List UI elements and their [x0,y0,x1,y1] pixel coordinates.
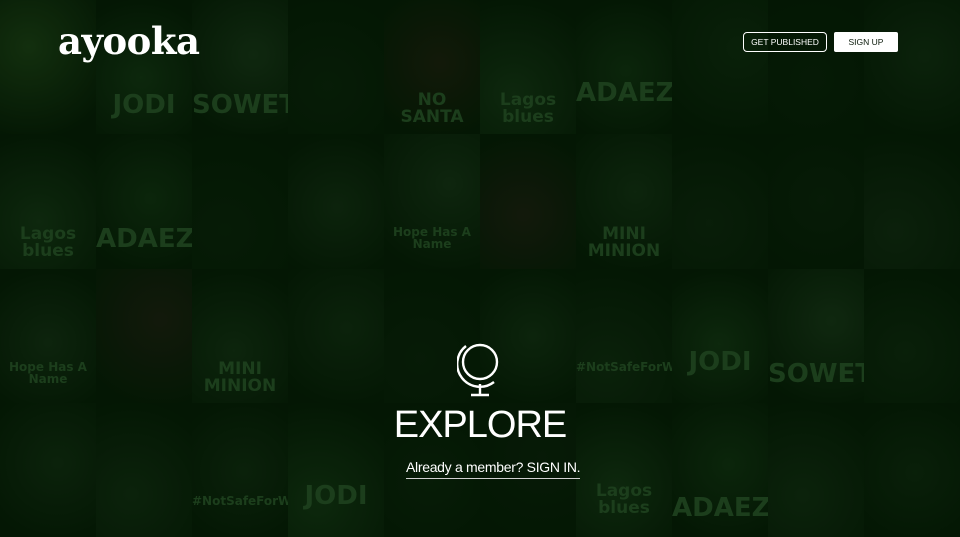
book-cover-tile: SOWETO [192,0,288,135]
explore-heading[interactable]: EXPLORE [0,404,960,447]
book-cover-title: ADAEZE [576,78,672,108]
book-cover-title: #NotSafeForWork [576,359,672,374]
book-cover-tile: #NotSafeForWork [576,268,672,403]
sign-in-link[interactable]: Already a member? SIGN IN. [406,459,581,479]
book-cover-tile: Hope Has A Name [0,268,96,403]
book-cover-tile [672,134,768,269]
book-cover-tile [480,134,576,269]
book-cover-tile [672,0,768,135]
book-cover-tile: Lagos blues [0,134,96,269]
ayooka-logo[interactable]: ayooka [58,19,200,63]
globe-icon[interactable] [457,338,503,400]
book-cover-tile: NO SANTA [384,0,480,135]
book-cover-tile [864,0,960,135]
book-cover-tile [192,134,288,269]
cover-mosaic-background: JODI SOWETO NO SANTA Lagos blues ADAEZE Lagos… [0,0,960,537]
book-cover-tile [288,134,384,269]
book-cover-title: JODI [112,90,176,120]
book-cover-title: ADAEZE [96,224,192,255]
book-cover-title: JODI [688,346,752,377]
book-cover-title: Lagos blues [499,90,557,127]
book-cover-tile [864,268,960,403]
book-cover-tile: JODI [672,268,768,403]
get-published-button[interactable]: GET PUBLISHED [743,32,827,52]
book-cover-tile [768,0,864,135]
book-cover-tile [864,134,960,269]
book-cover-tile [288,0,384,135]
book-cover-title: ADAEZE [672,492,768,523]
book-cover-tile: MINI MINION [576,134,672,269]
book-cover-title: MINI MINION [587,224,661,262]
book-cover-tile [288,268,384,403]
book-cover-title: MINI MINION [203,358,277,396]
book-cover-title: Hope Has A Name [9,359,87,386]
book-cover-tile: Hope Has A Name [384,134,480,269]
book-cover-tile: Lagos blues [480,0,576,135]
book-cover-title: Lagos blues [595,480,653,518]
book-cover-title: Hope Has A Name [393,225,471,252]
book-cover-title: JODI [304,480,368,511]
sign-up-button[interactable]: SIGN UP [834,32,898,52]
book-cover-tile [96,268,192,403]
book-cover-title: Lagos blues [19,224,77,262]
book-cover-tile: ADAEZE [96,134,192,269]
book-cover-tile: SOWETO [768,268,864,403]
book-cover-title: NO SANTA [400,90,464,127]
book-cover-title: SOWETO [192,90,288,120]
book-cover-tile [768,134,864,269]
book-cover-tile: ADAEZE [576,0,672,135]
book-cover-tile: MINI MINION [192,268,288,403]
book-cover-title: #NotSafeForWork [192,493,288,508]
book-cover-title: SOWETO [768,358,864,389]
